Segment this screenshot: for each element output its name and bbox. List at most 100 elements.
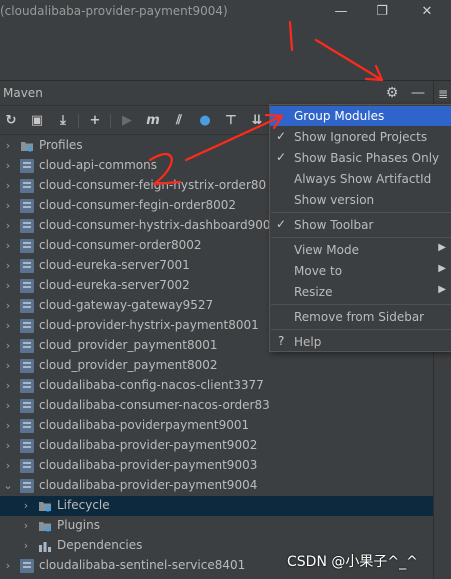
add-icon[interactable]: + (86, 112, 104, 130)
menu-item-label: Remove from Sidebar (294, 310, 425, 324)
chevron-right-icon[interactable]: › (3, 398, 13, 414)
tree-row-label: cloud-gateway-gateway9527 (39, 298, 214, 312)
menu-separator (271, 304, 451, 305)
offline-icon[interactable]: ● (196, 112, 214, 130)
minimize-icon[interactable]: — (332, 3, 350, 21)
tree-row[interactable]: › Lifecycle (0, 496, 433, 516)
menu-item-label: Show version (294, 193, 375, 207)
show-dependencies-icon[interactable]: ⊤ (222, 112, 240, 130)
plugins-folder-icon (38, 519, 52, 533)
tree-row-label: cloud_provider_payment8001 (39, 338, 218, 352)
chevron-right-icon[interactable]: › (3, 418, 13, 434)
gear-icon[interactable]: ⚙ (383, 84, 401, 102)
chevron-down-icon[interactable]: ⌄ (3, 478, 13, 494)
tree-row-label: cloudalibaba-provider-payment9002 (39, 438, 258, 452)
database-icon[interactable]: ≣ (434, 85, 451, 103)
chevron-right-icon[interactable]: › (3, 378, 13, 394)
menu-item-show-ignored-projects[interactable]: ✓ Show Ignored Projects (270, 127, 451, 147)
chevron-right-icon[interactable]: › (3, 458, 13, 474)
menu-item-show-toolbar[interactable]: ✓ Show Toolbar (270, 215, 451, 235)
tree-row-label: cloudalibaba-consumer-nacos-order83 (39, 398, 270, 412)
restore-icon[interactable]: ❐ (373, 3, 391, 21)
chevron-right-icon[interactable]: › (3, 178, 13, 194)
toolbar-separator (110, 114, 111, 128)
tree-row-label: cloudalibaba-poviderpayment9001 (39, 418, 250, 432)
maven-module-icon (20, 239, 34, 253)
tree-row-label: cloud-consumer-order8002 (39, 238, 202, 252)
maven-toolwindow-header: Maven ⚙ — (0, 81, 433, 106)
menu-item-always-show-artifactid[interactable]: Always Show ArtifactId (270, 169, 451, 189)
chevron-right-icon[interactable]: › (21, 518, 31, 534)
maven-module-icon (20, 319, 34, 333)
chevron-right-icon[interactable]: › (3, 278, 13, 294)
chevron-right-icon[interactable]: › (3, 438, 13, 454)
chevron-right-icon[interactable]: › (3, 318, 13, 334)
tree-row[interactable]: › cloud_provider_payment8002 (0, 356, 433, 376)
menu-item-group-modules[interactable]: Group Modules (270, 106, 451, 126)
menu-separator (271, 237, 451, 238)
maven-module-icon (20, 379, 34, 393)
tree-row[interactable]: ⌄ cloudalibaba-provider-payment9004 (0, 476, 433, 496)
chevron-right-icon[interactable]: › (3, 198, 13, 214)
menu-item-label: Show Toolbar (294, 218, 374, 232)
maven-module-icon (20, 439, 34, 453)
chevron-right-icon[interactable]: › (3, 138, 13, 154)
menu-item-label: View Mode (294, 243, 359, 257)
collapse-icon[interactable]: ⇊ (248, 112, 266, 130)
options-context-menu: Group Modules ✓ Show Ignored Projects ✓ Show… (269, 104, 451, 352)
chevron-right-icon[interactable]: › (21, 498, 31, 514)
run-icon[interactable]: ▶ (118, 112, 136, 130)
add-project-icon[interactable]: ▣ (28, 112, 46, 130)
skip-tests-icon[interactable]: ⫽ (170, 112, 188, 130)
tree-row[interactable]: › cloudalibaba-provider-payment9002 (0, 436, 433, 456)
check-icon: ✓ (276, 129, 287, 143)
close-icon[interactable]: ✕ (418, 3, 436, 21)
tree-row[interactable]: › cloudalibaba-consumer-nacos-order83 (0, 396, 433, 416)
chevron-right-icon[interactable]: › (3, 258, 13, 274)
menu-item-show-version[interactable]: Show version (270, 190, 451, 210)
menu-item-resize[interactable]: Resize ▶ (270, 282, 451, 302)
dependencies-icon (38, 539, 52, 553)
tree-row-label: Lifecycle (57, 498, 110, 512)
submenu-arrow-icon: ▶ (438, 263, 446, 274)
chevron-right-icon[interactable]: › (3, 558, 13, 574)
tree-row-label: cloud-consumer-feign-hystrix-order80 (39, 178, 267, 192)
menu-item-show-basic-phases-only[interactable]: ✓ Show Basic Phases Only (270, 148, 451, 168)
download-icon[interactable]: ⤓ (54, 112, 72, 130)
chevron-right-icon[interactable]: › (3, 158, 13, 174)
chevron-right-icon[interactable]: › (21, 538, 31, 554)
maven-module-icon (20, 199, 34, 213)
menu-item-label: Move to (294, 264, 343, 278)
tree-row[interactable]: › cloudalibaba-poviderpayment9001 (0, 416, 433, 436)
profiles-folder-icon (20, 139, 34, 153)
tree-row-label: cloud-consumer-hystrix-dashboard9001 (39, 218, 279, 232)
tree-row[interactable]: › cloudalibaba-provider-payment9003 (0, 456, 433, 476)
chevron-right-icon[interactable]: › (3, 338, 13, 354)
execute-goal-icon[interactable]: m (144, 112, 162, 130)
menu-item-help[interactable]: ? Help (270, 332, 451, 352)
menu-item-remove-from-sidebar[interactable]: Remove from Sidebar (270, 307, 451, 327)
chevron-right-icon[interactable]: › (3, 298, 13, 314)
editor-area-strip (0, 24, 451, 81)
maven-module-icon (20, 219, 34, 233)
tree-row[interactable]: › Plugins (0, 516, 433, 536)
tree-row-label: cloud-consumer-fegin-order8002 (39, 198, 237, 212)
window-titlebar: (cloudalibaba-provider-payment9004) — ❐ … (0, 0, 451, 24)
menu-item-view-mode[interactable]: View Mode ▶ (270, 240, 451, 260)
chevron-right-icon[interactable]: › (3, 218, 13, 234)
maven-module-icon (20, 179, 34, 193)
maven-module-icon (20, 359, 34, 373)
menu-separator (271, 212, 451, 213)
chevron-right-icon[interactable]: › (3, 358, 13, 374)
tree-row-label: cloudalibaba-config-nacos-client3377 (39, 378, 264, 392)
reload-icon[interactable]: ↻ (2, 112, 20, 130)
maven-module-icon (20, 259, 34, 273)
tree-row[interactable]: › cloudalibaba-config-nacos-client3377 (0, 376, 433, 396)
menu-item-label: Group Modules (294, 109, 385, 123)
help-icon: ? (278, 334, 285, 348)
menu-item-move-to[interactable]: Move to ▶ (270, 261, 451, 281)
minimize-icon[interactable]: — (409, 84, 427, 102)
watermark: CSDN @小果子^_^ (287, 554, 418, 570)
chevron-right-icon[interactable]: › (3, 238, 13, 254)
lifecycle-folder-icon (38, 499, 52, 513)
